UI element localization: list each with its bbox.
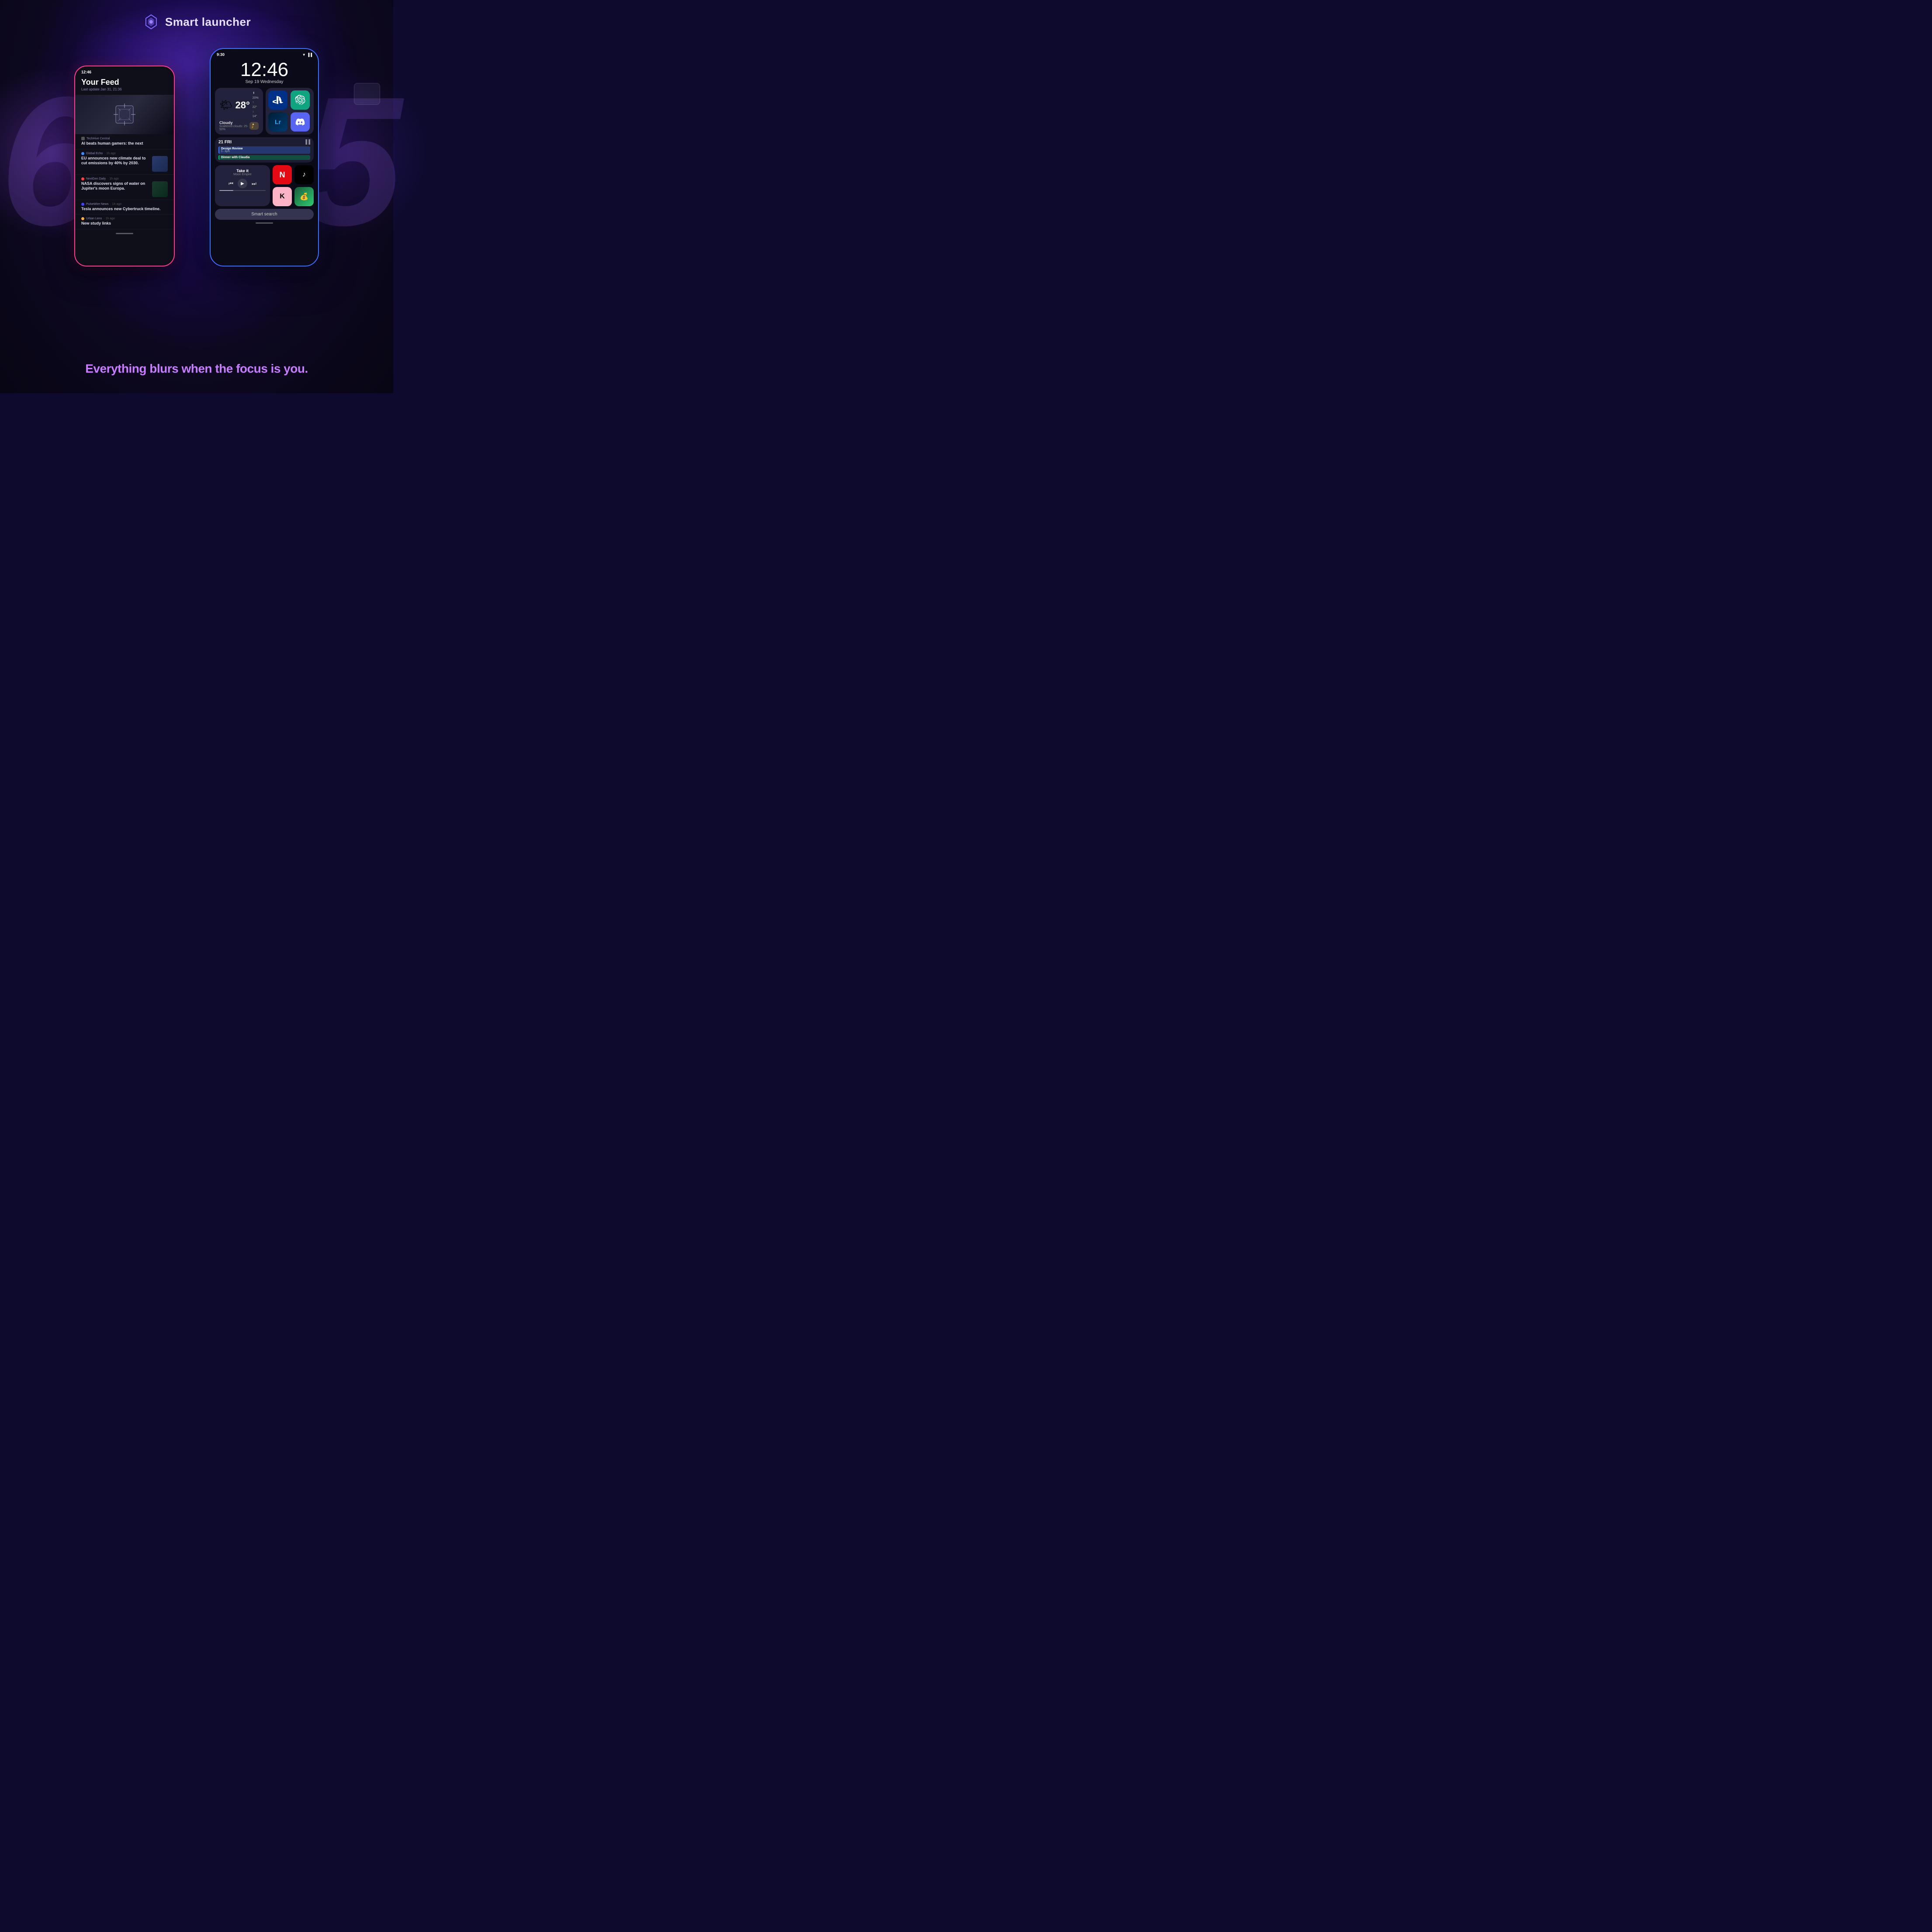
app-netflix[interactable]: N — [273, 165, 292, 184]
app-tiktok[interactable]: ♪ — [294, 165, 314, 184]
feed-item-5: Urban Lens · 1h ago New study links — [75, 215, 174, 229]
music-title: Take it — [219, 169, 266, 173]
weather-sub: Scattered clouds: 25-50% — [219, 125, 249, 131]
feed-item-title-2: EU announces new climate deal to cut emi… — [81, 156, 149, 166]
decorative-card — [354, 83, 380, 105]
feed-item-thumb-2 — [152, 156, 168, 172]
side-apps: N ♪ K 💰 — [273, 165, 314, 206]
phone-left-status-bar: 12:46 — [75, 66, 174, 76]
app-title: Smart launcher — [165, 15, 251, 29]
music-controls: ⏮ ▶ ⏭ — [219, 179, 266, 188]
music-prev-button[interactable]: ⏮ — [229, 180, 233, 187]
feed-item-title-4: Tesla announces new Cybertruck timeline. — [81, 207, 168, 212]
phones-container: 12:46 Your Feed Last update Jan 31, 21:3… — [74, 48, 319, 328]
music-progress-fill — [219, 190, 233, 191]
calendar-date: 21 FRI ▐▐ — [218, 140, 310, 145]
apps-grid-widget: Lr — [266, 88, 314, 135]
home-date: Sep 19 Wednesday — [211, 80, 318, 84]
tagline-section: Everything blurs when the focus is you. — [85, 362, 308, 376]
app-playstation[interactable] — [268, 90, 287, 110]
side-apps-row-1: N ♪ — [273, 165, 314, 184]
feed-source-5: Urban Lens · 1h ago — [81, 217, 168, 220]
music-artist: Moon Empire — [219, 173, 266, 176]
weather-warning: ▲ 2 — [249, 122, 259, 130]
feed-item-title-1: AI beats human gamers: the next — [81, 141, 168, 146]
feed-item-3: NextGen Daily · 1h ago NASA discovers si… — [75, 175, 174, 200]
app-wallet[interactable]: 💰 — [294, 187, 314, 206]
home-clock: 12:46 — [211, 59, 318, 80]
phone-right-status-icons: ▼ ▐▐ — [302, 53, 312, 57]
music-progress-bar — [219, 190, 266, 191]
feed-source-3: NextGen Daily · 1h ago — [81, 177, 168, 180]
weather-icon: 🌤 — [219, 99, 232, 111]
feed-item-2: Global Echo · 1h ago EU announces new cl… — [75, 149, 174, 175]
calendar-event-2: Dinner with Claudia — [218, 155, 310, 160]
feed-item-4: PulseWire News · 1h ago Tesla announces … — [75, 200, 174, 215]
side-apps-row-2: K 💰 — [273, 187, 314, 206]
feed-item-title-5: New study links — [81, 221, 168, 226]
widget-row-3: Take it Moon Empire ⏮ ▶ ⏭ N — [215, 165, 314, 206]
weather-top: 🌤 28° ⬆ 20% ↑ 22° ↓ 14° — [219, 91, 259, 119]
weather-temp: 28° — [235, 100, 249, 111]
weather-condition: Cloudy — [219, 121, 249, 125]
calendar-event-1: Design Review 5 - 6pm — [218, 146, 310, 154]
music-play-button[interactable]: ▶ — [238, 179, 247, 188]
phone-left-time: 12:46 — [81, 70, 91, 74]
phone-right: 9:30 ▼ ▐▐ 12:46 Sep 19 Wednesday 🌤 28° ⬆… — [210, 48, 319, 267]
music-widget: Take it Moon Empire ⏮ ▶ ⏭ — [215, 165, 270, 206]
app-lightroom[interactable]: Lr — [268, 112, 287, 132]
phone-left: 12:46 Your Feed Last update Jan 31, 21:3… — [74, 66, 175, 267]
feed-source-2: Global Echo · 1h ago — [81, 152, 168, 155]
weather-bottom: Cloudy Scattered clouds: 25-50% ▲ 2 — [219, 121, 259, 131]
feed-source-4: PulseWire News · 1h ago — [81, 203, 168, 206]
phone-right-time-status: 9:30 — [217, 52, 225, 57]
phone-right-status-bar: 9:30 ▼ ▐▐ — [211, 49, 318, 59]
feed-source-1: TechHive Central — [81, 137, 168, 140]
calendar-widget: 21 FRI ▐▐ Design Review 5 - 6pm Dinner w… — [215, 137, 314, 163]
feed-hero-image — [75, 95, 174, 134]
app-discord[interactable] — [291, 112, 310, 132]
tagline-text: Everything blurs when the focus is you. — [85, 362, 308, 376]
feed-item-title-3: NASA discovers signs of water on Jupiter… — [81, 181, 149, 191]
phone-left-home-indicator — [116, 233, 133, 234]
app-header: Smart launcher — [142, 13, 251, 31]
app-logo-icon — [142, 13, 160, 31]
smart-search-bar[interactable]: Smart search — [215, 209, 314, 220]
feed-item-1: TechHive Central AI beats human gamers: … — [75, 134, 174, 149]
widget-row-1: 🌤 28° ⬆ 20% ↑ 22° ↓ 14° Cloudy Scattered… — [215, 88, 314, 135]
music-next-button[interactable]: ⏭ — [252, 180, 256, 187]
weather-stats: ⬆ 20% ↑ 22° ↓ 14° — [253, 91, 259, 119]
app-klarna[interactable]: K — [273, 187, 292, 206]
weather-widget: 🌤 28° ⬆ 20% ↑ 22° ↓ 14° Cloudy Scattered… — [215, 88, 263, 135]
widget-row-2: 21 FRI ▐▐ Design Review 5 - 6pm Dinner w… — [215, 137, 314, 163]
feed-title: Your Feed — [81, 78, 168, 87]
phone-right-home-indicator — [256, 222, 273, 224]
feed-header: Your Feed Last update Jan 31, 21:36 — [75, 76, 174, 95]
widget-grid: 🌤 28° ⬆ 20% ↑ 22° ↓ 14° Cloudy Scattered… — [211, 88, 318, 206]
app-chatgpt[interactable] — [291, 90, 310, 110]
feed-item-thumb-3 — [152, 181, 168, 197]
smart-search-label: Smart search — [251, 212, 277, 217]
feed-subtitle: Last update Jan 31, 21:36 — [81, 87, 168, 91]
